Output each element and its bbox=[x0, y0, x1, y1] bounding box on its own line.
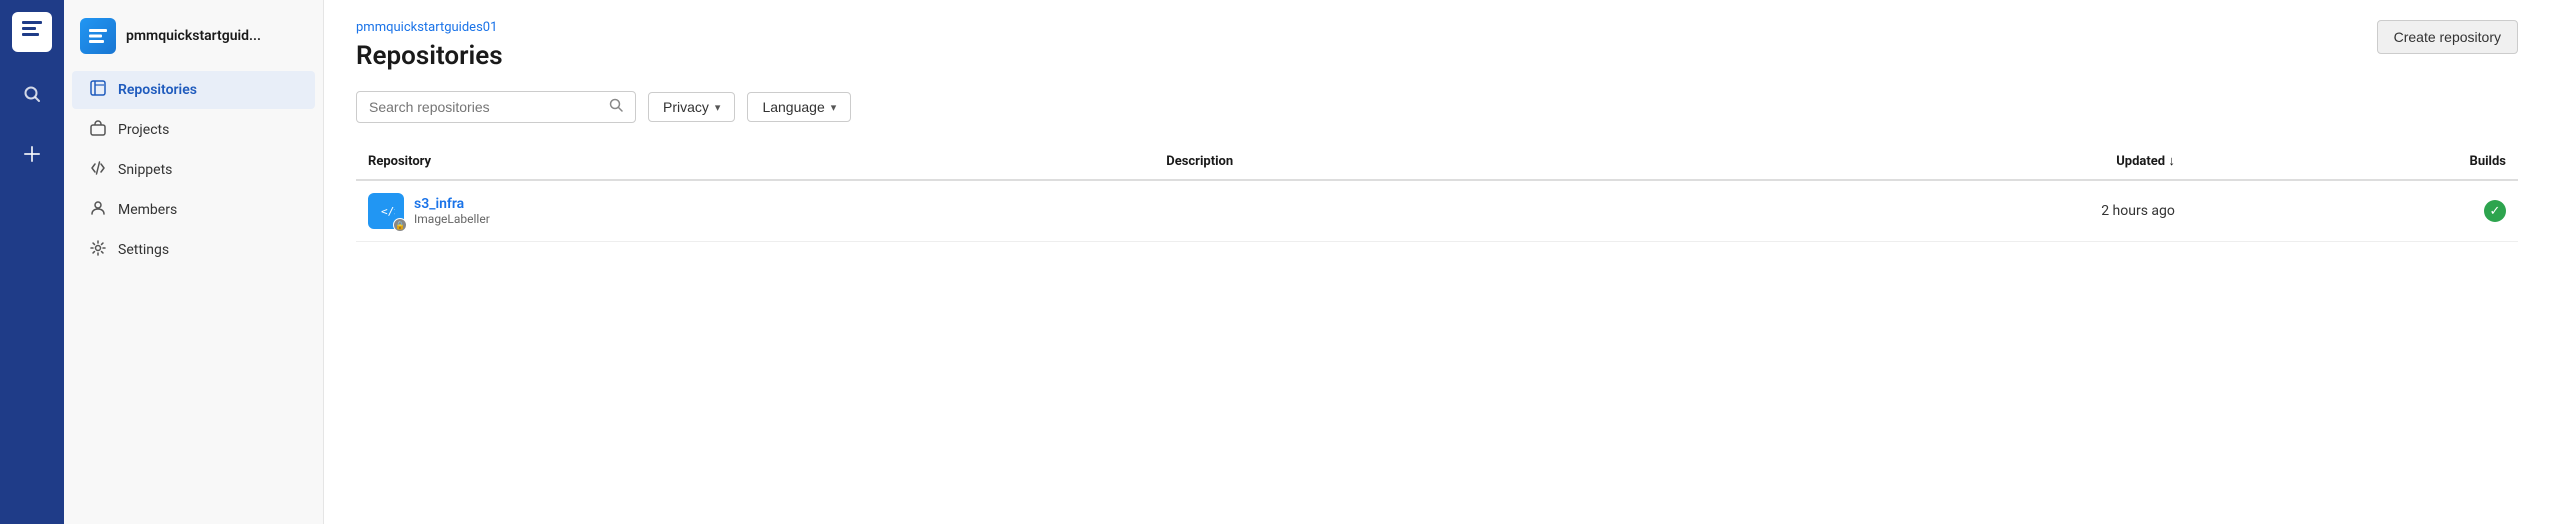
main-content: pmmquickstartguides01 Repositories Creat… bbox=[324, 0, 2550, 524]
settings-label: Settings bbox=[118, 242, 169, 258]
search-box[interactable] bbox=[356, 91, 636, 123]
description-cell bbox=[1154, 180, 1652, 242]
table-row: </> 🔒 s3_infra ImageLabeller 2 hour bbox=[356, 180, 2518, 242]
sidebar-item-repositories[interactable]: Repositories bbox=[72, 71, 315, 109]
plus-rail-icon[interactable] bbox=[14, 136, 50, 172]
col-builds: Builds bbox=[2187, 143, 2518, 180]
sidebar-item-projects[interactable]: Projects bbox=[72, 111, 315, 149]
logo-icon bbox=[21, 18, 43, 46]
search-rail-icon[interactable] bbox=[14, 76, 50, 112]
members-icon bbox=[88, 200, 108, 220]
search-icon bbox=[609, 98, 623, 116]
builds-cell: ✓ bbox=[2187, 180, 2518, 242]
icon-rail bbox=[0, 0, 64, 524]
repo-info: s3_infra ImageLabeller bbox=[414, 196, 490, 226]
main-header-row: pmmquickstartguides01 Repositories Creat… bbox=[356, 20, 2518, 91]
projects-label: Projects bbox=[118, 122, 169, 138]
repo-cell: </> 🔒 s3_infra ImageLabeller bbox=[368, 193, 1142, 229]
toolbar: Privacy ▾ Language ▾ bbox=[356, 91, 2518, 123]
title-section: pmmquickstartguides01 Repositories bbox=[356, 20, 503, 91]
repositories-label: Repositories bbox=[118, 82, 197, 98]
svg-text:</>: </> bbox=[381, 205, 395, 218]
updated-cell: 2 hours ago bbox=[1652, 180, 2187, 242]
projects-icon bbox=[88, 120, 108, 140]
snippets-label: Snippets bbox=[118, 162, 172, 178]
search-input[interactable] bbox=[369, 99, 601, 115]
org-name: pmmquickstartguid... bbox=[126, 28, 261, 44]
sidebar: pmmquickstartguid... Repositories Projec… bbox=[64, 0, 324, 524]
page-title: Repositories bbox=[356, 41, 503, 71]
language-chevron-icon: ▾ bbox=[831, 101, 837, 114]
org-header: pmmquickstartguid... bbox=[64, 8, 323, 70]
build-success-icon: ✓ bbox=[2484, 200, 2506, 222]
privacy-chevron-icon: ▾ bbox=[715, 101, 721, 114]
col-repository: Repository bbox=[356, 143, 1154, 180]
language-filter-button[interactable]: Language ▾ bbox=[747, 92, 851, 122]
repositories-icon bbox=[88, 80, 108, 100]
breadcrumb[interactable]: pmmquickstartguides01 bbox=[356, 20, 503, 35]
repo-name-link[interactable]: s3_infra bbox=[414, 196, 490, 212]
repo-sub-label: ImageLabeller bbox=[414, 212, 490, 226]
sidebar-item-settings[interactable]: Settings bbox=[72, 231, 315, 269]
sidebar-item-members[interactable]: Members bbox=[72, 191, 315, 229]
org-avatar bbox=[80, 18, 116, 54]
privacy-filter-button[interactable]: Privacy ▾ bbox=[648, 92, 735, 122]
lock-badge-icon: 🔒 bbox=[393, 218, 407, 232]
table-header-row: Repository Description Updated ↓ Builds bbox=[356, 143, 2518, 180]
privacy-label: Privacy bbox=[663, 99, 709, 115]
create-repository-button[interactable]: Create repository bbox=[2377, 20, 2518, 54]
repo-name-cell: </> 🔒 s3_infra ImageLabeller bbox=[356, 180, 1154, 242]
settings-icon bbox=[88, 240, 108, 260]
app-logo[interactable] bbox=[12, 12, 52, 52]
col-description: Description bbox=[1154, 143, 1652, 180]
members-label: Members bbox=[118, 202, 177, 218]
sidebar-item-snippets[interactable]: Snippets bbox=[72, 151, 315, 189]
language-label: Language bbox=[762, 99, 824, 115]
repositories-table: Repository Description Updated ↓ Builds bbox=[356, 143, 2518, 242]
snippets-icon bbox=[88, 160, 108, 180]
col-updated[interactable]: Updated ↓ bbox=[1652, 143, 2187, 180]
repo-avatar: </> 🔒 bbox=[368, 193, 404, 229]
